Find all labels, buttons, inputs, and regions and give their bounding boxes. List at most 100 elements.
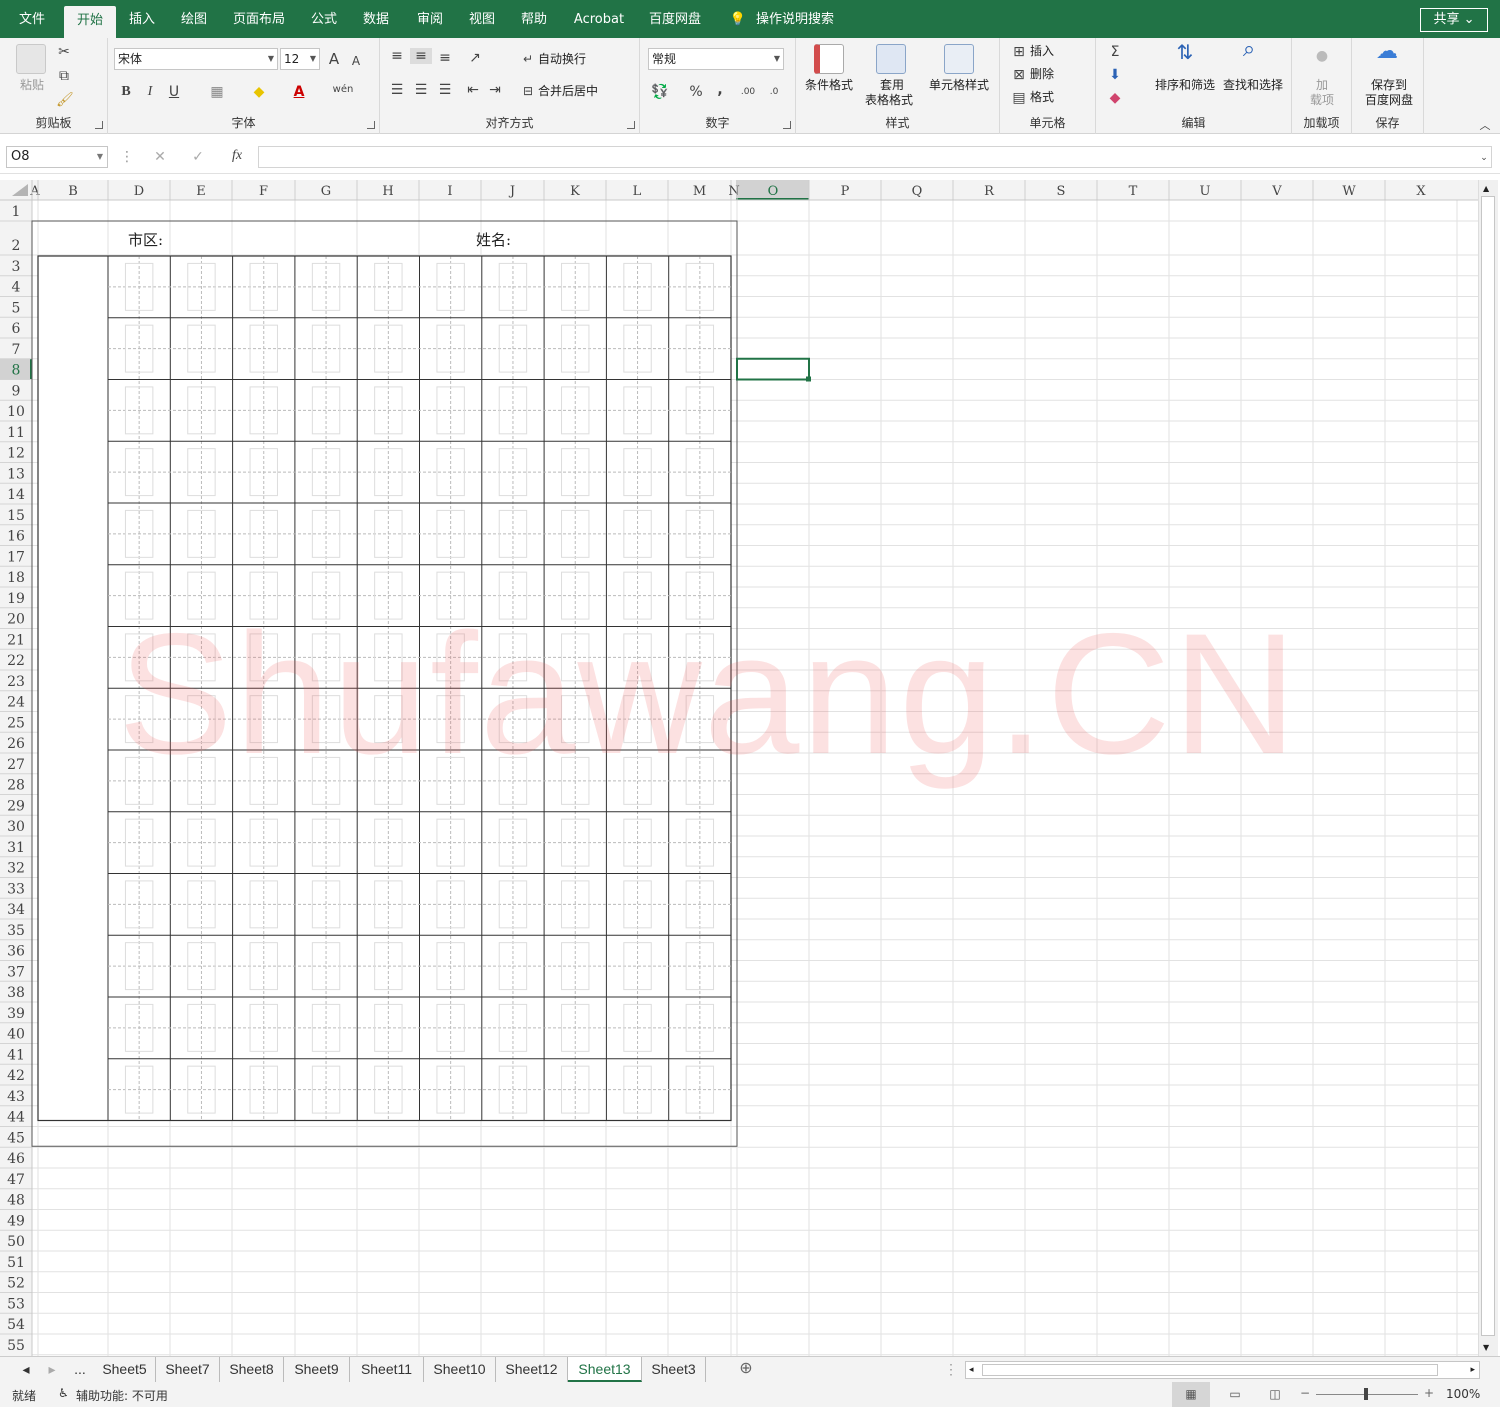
sheet-tab[interactable]: Sheet8 — [220, 1357, 284, 1382]
decrease-indent-icon[interactable]: ⇤ — [464, 82, 482, 98]
shrink-font-icon[interactable]: A — [348, 53, 364, 69]
tab-acrobat[interactable]: Acrobat — [566, 0, 632, 38]
addins-label-2[interactable]: 载项 — [1300, 93, 1344, 108]
phonetic-icon[interactable]: wén — [332, 82, 354, 98]
hscroll-thumb[interactable] — [982, 1364, 1438, 1376]
vertical-scrollbar[interactable]: ▲ ▼ — [1478, 180, 1498, 1356]
font-color-icon[interactable]: A — [290, 84, 308, 100]
fill-color-icon[interactable]: ◆ — [250, 84, 268, 100]
tab-home[interactable]: 开始 — [64, 6, 116, 38]
align-middle-icon[interactable]: ≡ — [410, 48, 432, 64]
tab-file[interactable]: 文件 — [8, 0, 56, 38]
fill-icon[interactable]: ⬇ — [1106, 67, 1124, 83]
tab-review[interactable]: 审阅 — [408, 0, 452, 38]
addins-label-1[interactable]: 加 — [1300, 78, 1344, 93]
decrease-decimal-icon[interactable]: .0 — [764, 84, 784, 100]
collapse-ribbon-icon[interactable]: ︿ — [1478, 118, 1492, 134]
format-painter-icon[interactable]: 🖌 — [56, 92, 74, 108]
sheet-tab-active[interactable]: Sheet13 — [568, 1357, 642, 1382]
tab-draw[interactable]: 绘图 — [172, 0, 216, 38]
horizontal-scrollbar[interactable]: ◂ ▸ — [965, 1361, 1480, 1379]
enter-icon[interactable]: ✓ — [190, 149, 206, 165]
paste-icon[interactable] — [16, 44, 46, 74]
tab-insert[interactable]: 插入 — [120, 0, 164, 38]
cancel-icon[interactable]: ✕ — [152, 149, 168, 165]
accessibility-status[interactable]: 辅助功能: 不可用 — [76, 1387, 168, 1404]
prev-sheet-icon[interactable]: ◂ — [14, 1357, 38, 1382]
autosum-icon[interactable]: Σ — [1106, 44, 1124, 60]
font-name-select[interactable]: 宋体 ▼ — [114, 48, 278, 70]
zoom-in-icon[interactable]: + — [1424, 1386, 1434, 1400]
tab-baidu[interactable]: 百度网盘 — [642, 0, 708, 38]
expand-formula-icon[interactable]: ⌄ — [1478, 150, 1490, 166]
orientation-icon[interactable]: ↗ — [464, 50, 486, 66]
insert-cells-button[interactable]: 插入 — [1030, 44, 1070, 59]
zoom-level[interactable]: 100% — [1446, 1387, 1480, 1401]
increase-indent-icon[interactable]: ⇥ — [486, 82, 504, 98]
dialog-launcher-icon[interactable] — [367, 121, 375, 129]
normal-view-icon[interactable]: ▦ — [1172, 1382, 1210, 1407]
scroll-left-icon[interactable]: ◂ — [969, 1362, 974, 1378]
sheet-tab[interactable]: Sheet9 — [284, 1357, 350, 1382]
delete-cells-button[interactable]: 删除 — [1030, 67, 1070, 82]
copy-icon[interactable]: ⧉ — [56, 68, 72, 84]
tell-me-search[interactable]: 操作说明搜索 — [752, 0, 838, 38]
splitter-icon[interactable]: ⋮ — [944, 1357, 958, 1382]
worksheet-grid[interactable]: A B D E F G H I J K L M N O P Q R S T U V W X 1 2 3 4 5 6 7 8 9 10 11 12 13… — [0, 180, 1500, 1356]
accounting-icon[interactable]: 💱 — [650, 84, 670, 100]
sheet-tab[interactable]: Sheet3 — [642, 1357, 706, 1382]
scroll-right-icon[interactable]: ▸ — [1470, 1362, 1475, 1378]
align-bottom-icon[interactable]: ≡ — [436, 50, 454, 66]
merge-center-button[interactable]: 合并后居中 — [538, 84, 604, 99]
italic-button[interactable]: I — [142, 84, 158, 100]
scroll-down-icon[interactable]: ▼ — [1483, 1343, 1489, 1352]
align-center-icon[interactable]: ☰ — [412, 82, 430, 98]
comma-button[interactable]: , — [712, 82, 728, 98]
tab-formulas[interactable]: 公式 — [302, 0, 346, 38]
find-select-button[interactable]: 查找和选择 — [1218, 78, 1288, 93]
next-sheet-icon[interactable]: ▸ — [40, 1357, 64, 1382]
percent-button[interactable]: % — [688, 84, 704, 100]
cut-icon[interactable]: ✂ — [56, 44, 72, 60]
increase-decimal-icon[interactable]: .00 — [738, 84, 758, 100]
bold-button[interactable]: B — [118, 84, 134, 100]
zoom-out-icon[interactable]: − — [1300, 1386, 1310, 1400]
page-layout-view-icon[interactable]: ▭ — [1224, 1382, 1246, 1407]
grow-font-icon[interactable]: A — [326, 51, 342, 67]
name-box[interactable]: O8 ▼ — [6, 146, 108, 168]
align-left-icon[interactable]: ☰ — [388, 82, 406, 98]
formula-input[interactable] — [258, 146, 1492, 168]
font-size-select[interactable]: 12 ▼ — [280, 48, 320, 70]
tab-help[interactable]: 帮助 — [512, 0, 556, 38]
sheet-tab[interactable]: Sheet5 — [94, 1357, 156, 1382]
scroll-thumb[interactable] — [1481, 196, 1495, 1336]
align-right-icon[interactable]: ☰ — [436, 82, 454, 98]
clear-icon[interactable]: ◆ — [1106, 90, 1124, 106]
tab-view[interactable]: 视图 — [460, 0, 504, 38]
sheet-tab[interactable]: Sheet10 — [424, 1357, 496, 1382]
tab-data[interactable]: 数据 — [354, 0, 398, 38]
dialog-launcher-icon[interactable] — [627, 121, 635, 129]
wrap-text-button[interactable]: 自动换行 — [538, 52, 598, 67]
borders-icon[interactable]: ▦ — [208, 84, 226, 100]
number-format-select[interactable]: 常规 ▼ — [648, 48, 784, 70]
zoom-slider-thumb[interactable] — [1364, 1388, 1368, 1400]
sheet-tab[interactable]: Sheet12 — [496, 1357, 568, 1382]
underline-button[interactable]: U — [166, 84, 182, 100]
add-sheet-icon[interactable]: ⊕ — [734, 1357, 758, 1382]
align-top-icon[interactable]: ≡ — [388, 48, 406, 64]
sheet-tab[interactable]: Sheet7 — [156, 1357, 220, 1382]
save-baidu-label-2[interactable]: 百度网盘 — [1356, 93, 1422, 108]
tab-page-layout[interactable]: 页面布局 — [226, 0, 292, 38]
sort-filter-button[interactable]: 排序和筛选 — [1148, 78, 1222, 93]
scroll-up-icon[interactable]: ▲ — [1483, 184, 1489, 193]
cell-styles-button[interactable]: 单元格样式 — [924, 78, 994, 93]
insert-function-icon[interactable]: fx — [228, 148, 246, 164]
dialog-launcher-icon[interactable] — [783, 121, 791, 129]
page-break-view-icon[interactable]: ◫ — [1264, 1382, 1286, 1407]
conditional-format-button[interactable]: 条件格式 — [798, 78, 860, 93]
sheet-tab[interactable]: Sheet11 — [350, 1357, 424, 1382]
format-cells-button[interactable]: 格式 — [1030, 90, 1070, 105]
more-sheets[interactable]: ... — [66, 1357, 94, 1382]
format-table-label-1[interactable]: 套用 — [862, 78, 922, 93]
